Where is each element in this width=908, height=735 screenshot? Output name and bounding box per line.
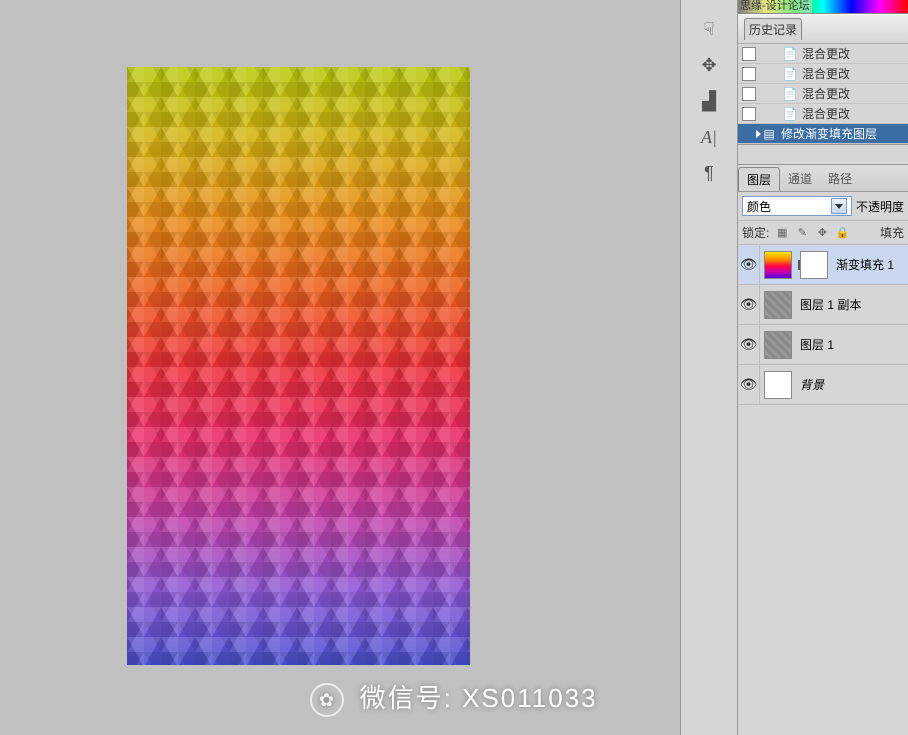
lock-move-icon[interactable]: ✥ [815,226,829,240]
wechat-icon: ✿ [310,683,344,717]
blend-mode-select[interactable]: 颜色 [742,196,852,216]
history-tab[interactable]: 历史记录 [744,18,802,40]
hand-pointing-icon[interactable]: ☟ [693,16,725,42]
tab-layers[interactable]: 图层 [738,167,780,191]
opacity-label: 不透明度 [856,198,904,215]
document-canvas[interactable] [127,67,470,665]
layer-name: 图层 1 副本 [800,296,861,313]
history-item[interactable]: ▤ 修改渐变填充图层 [738,124,908,144]
eye-icon: 👁 [740,336,758,353]
blend-icon: 📄 [782,106,798,122]
blend-mode-value: 颜色 [747,198,771,215]
gradient-fill-icon: ▤ [761,126,777,142]
history-list: 📄 混合更改 📄 混合更改 📄 混合更改 📄 混合更改 ▤ 修改渐变填充图层 [738,44,908,145]
history-checkbox[interactable] [742,67,756,81]
layer-thumbnail[interactable] [764,291,792,319]
pilcrow-icon[interactable]: ¶ [693,160,725,186]
layer-mask-thumbnail[interactable] [800,251,828,279]
layer-name: 渐变填充 1 [836,256,894,273]
history-item[interactable]: 📄 混合更改 [738,84,908,104]
lock-label: 锁定: [742,224,769,241]
layer-thumbnail[interactable] [764,251,792,279]
eye-icon: 👁 [740,296,758,313]
caption-number: XS011033 [462,683,598,713]
caption-prefix: 微信号: [360,683,462,713]
watermark-text: 思缘-设计论坛 [738,0,812,13]
visibility-toggle[interactable]: 👁 [738,365,760,404]
blend-mode-row: 颜色 不透明度 [738,192,908,221]
history-checkbox[interactable] [742,87,756,101]
layer-item[interactable]: 👁 背景 [738,365,908,405]
history-label: 混合更改 [802,85,850,102]
tab-paths[interactable]: 路径 [820,167,860,191]
fill-label: 填充 [880,224,904,241]
blend-icon: 📄 [782,86,798,102]
layers-panel-tabs: 图层 通道 路径 [738,165,908,192]
lock-row: 锁定: ▦ ✎ ✥ 🔒 填充 [738,221,908,245]
layer-name: 背景 [800,376,824,393]
history-item[interactable]: 📄 混合更改 [738,64,908,84]
wechat-caption: ✿ 微信号: XS011033 [0,678,908,717]
canvas-area[interactable] [0,0,680,735]
dropdown-arrow-icon [831,198,847,214]
text-a-icon[interactable]: A| [693,124,725,150]
history-label: 混合更改 [802,65,850,82]
history-checkbox[interactable] [742,107,756,121]
history-label: 混合更改 [802,105,850,122]
layers-list: 👁 渐变填充 1 👁 图层 1 副本 👁 图层 1 👁 背景 [738,245,908,405]
adjust-icon[interactable]: ✥ [693,52,725,78]
stamp-icon[interactable]: ▟ [693,88,725,114]
eye-icon: 👁 [740,376,758,393]
history-checkbox[interactable] [742,47,756,61]
visibility-toggle[interactable]: 👁 [738,325,760,364]
lock-transparency-icon[interactable]: ▦ [775,226,789,240]
layer-name: 图层 1 [800,336,834,353]
layer-thumbnail[interactable] [764,331,792,359]
history-panel-header: 历史记录 [738,14,908,44]
history-item[interactable]: 📄 混合更改 [738,44,908,64]
visibility-toggle[interactable]: 👁 [738,245,760,284]
blend-icon: 📄 [782,66,798,82]
eye-icon: 👁 [740,256,758,273]
triangle-mosaic-art [127,67,470,665]
mini-toolbar: ☟ ✥ ▟ A| ¶ [680,0,738,735]
tab-channels[interactable]: 通道 [780,167,820,191]
lock-all-icon[interactable]: 🔒 [835,226,849,240]
color-strip: 思缘-设计论坛 [738,0,908,14]
visibility-toggle[interactable]: 👁 [738,285,760,324]
history-label: 混合更改 [802,45,850,62]
history-item[interactable]: 📄 混合更改 [738,104,908,124]
panels-column: 思缘-设计论坛 历史记录 📄 混合更改 📄 混合更改 📄 混合更改 📄 混合更改 [738,0,908,735]
layer-thumbnail[interactable] [764,371,792,399]
layer-item[interactable]: 👁 图层 1 [738,325,908,365]
layer-item[interactable]: 👁 渐变填充 1 [738,245,908,285]
layer-item[interactable]: 👁 图层 1 副本 [738,285,908,325]
blend-icon: 📄 [782,46,798,62]
history-label: 修改渐变填充图层 [781,125,877,142]
lock-brush-icon[interactable]: ✎ [795,226,809,240]
